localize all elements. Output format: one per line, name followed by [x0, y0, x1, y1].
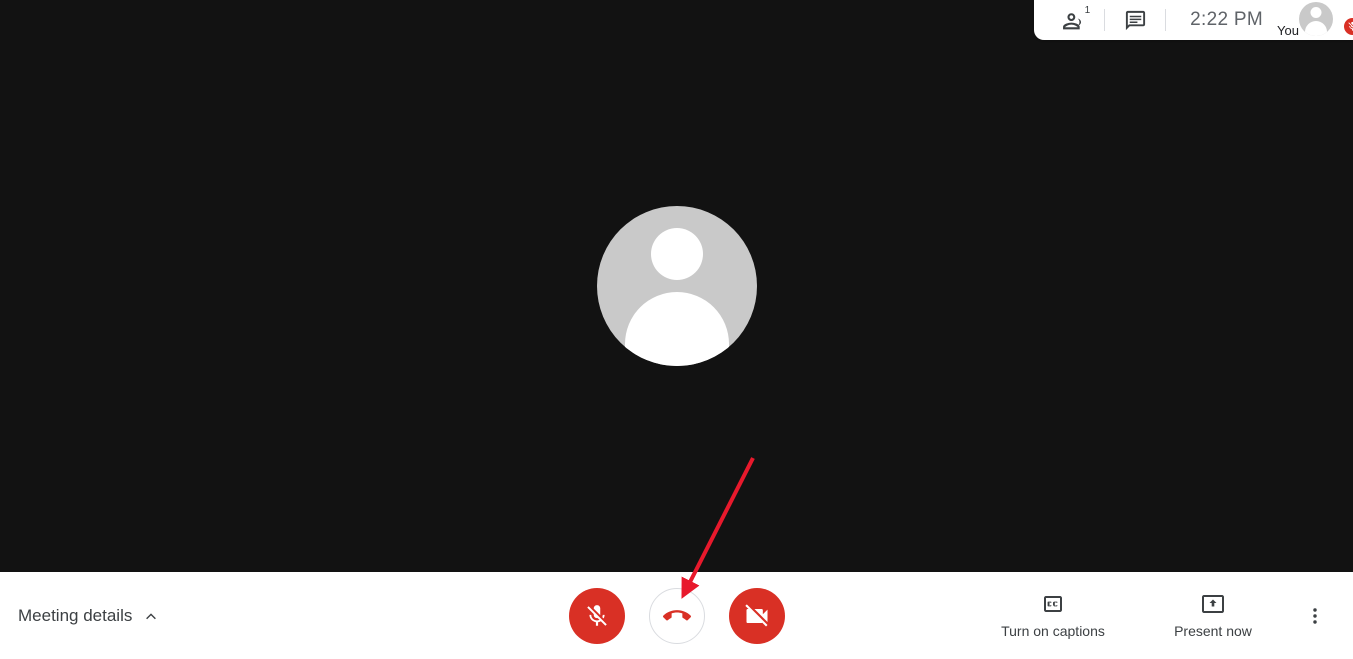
secondary-controls-group: Turn on captions Present now: [973, 592, 1337, 639]
top-bar-divider-2: [1165, 9, 1167, 31]
person-placeholder-icon: [596, 206, 757, 366]
self-view-tile[interactable]: You: [1277, 0, 1353, 40]
avatar-body: [624, 292, 729, 366]
present-to-all-icon: [1202, 595, 1224, 613]
bottom-control-bar: Meeting details Turn on captions Present…: [0, 572, 1353, 659]
self-view-label: You: [1277, 23, 1299, 38]
hangup-button[interactable]: [648, 587, 705, 644]
self-mic-off-badge: [1344, 18, 1353, 35]
chat-icon: [1125, 10, 1145, 30]
present-now-button[interactable]: Present now: [1133, 592, 1293, 639]
mic-off-icon: [586, 604, 607, 626]
meeting-details-label: Meeting details: [18, 605, 133, 625]
meeting-clock: 2:22 PM: [1190, 9, 1263, 30]
video-stage: [0, 0, 1353, 572]
self-person-placeholder-icon: [1299, 2, 1333, 36]
meeting-details-button[interactable]: Meeting details: [18, 606, 160, 626]
participant-tile[interactable]: [0, 0, 1353, 572]
more-options-button[interactable]: [1293, 594, 1337, 638]
toggle-microphone-button[interactable]: [568, 587, 625, 644]
videocam-off-icon: [744, 603, 767, 626]
top-bar-divider-1: [1104, 9, 1106, 31]
chevron-up-icon: [146, 612, 157, 619]
people-icon: [1062, 12, 1081, 29]
call-end-icon: [662, 609, 691, 621]
present-now-label: Present now: [1174, 623, 1252, 639]
call-controls-group: [568, 587, 785, 644]
top-overlay-bar: 1 2:22 PM You: [1034, 0, 1353, 40]
chat-button[interactable]: [1113, 0, 1157, 40]
avatar-head: [650, 228, 703, 280]
toggle-camera-button[interactable]: [728, 587, 785, 644]
mic-off-icon: [1348, 21, 1353, 31]
closed-caption-icon: [1044, 596, 1062, 612]
more-vert-icon: [1313, 607, 1317, 624]
captions-label: Turn on captions: [1001, 623, 1105, 639]
turn-on-captions-button[interactable]: Turn on captions: [973, 592, 1133, 639]
self-avatar-body: [1305, 21, 1327, 36]
show-everyone-button[interactable]: 1: [1052, 0, 1096, 40]
participant-count-badge: 1: [1084, 5, 1091, 16]
self-avatar-head: [1310, 7, 1322, 18]
